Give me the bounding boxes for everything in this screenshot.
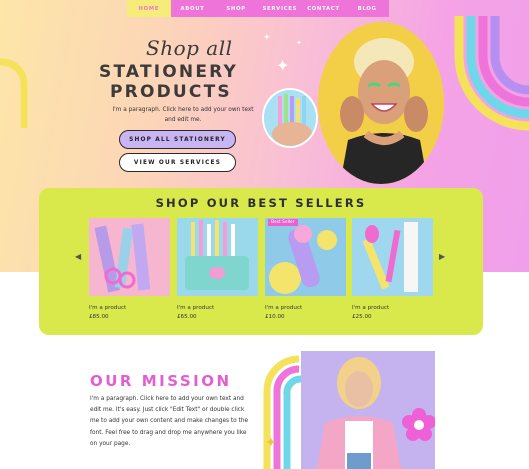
nav-contact[interactable]: CONTACT	[302, 0, 346, 17]
view-our-services-button[interactable]: VIEW OUR SERVICES	[119, 153, 236, 172]
product-image[interactable]	[89, 218, 170, 296]
nav-shop[interactable]: SHOP	[214, 0, 258, 17]
chevron-left-icon[interactable]: ◀	[75, 252, 81, 261]
hero-title-line2: PRODUCTS	[110, 82, 232, 102]
nav-services[interactable]: SERVICES	[258, 0, 302, 17]
main-nav: HOME ABOUT SHOP SERVICES CONTACT BLOG	[127, 0, 389, 17]
chevron-right-icon[interactable]: ▶	[439, 252, 445, 261]
product-image[interactable]	[177, 218, 258, 296]
mission-photo: ✦	[263, 351, 435, 469]
sparkle-icon: ✦	[276, 56, 290, 75]
page: HOME ABOUT SHOP SERVICES CONTACT BLOG Sh…	[0, 0, 529, 469]
product-name[interactable]: I'm a product	[352, 305, 433, 311]
mission-paragraph: I'm a paragraph. Click here to add your …	[90, 396, 249, 447]
product-price: £25.00	[352, 314, 372, 320]
nav-blog[interactable]: BLOG	[345, 0, 389, 17]
hero-photo-pencils	[262, 88, 318, 148]
best-sellers-title: SHOP OUR BEST SELLERS	[155, 196, 367, 210]
hero-paragraph: I'm a paragraph. Click here to add your …	[112, 107, 254, 123]
sparkle-icon: ✦	[263, 33, 271, 43]
product-card[interactable]: I'm a product £25.00	[352, 218, 433, 320]
product-card[interactable]: I'm a product £65.00	[177, 218, 258, 320]
best-sellers-section: SHOP OUR BEST SELLERS ◀ ▶ I'm a product …	[39, 188, 483, 335]
product-image[interactable]: Best Seller	[265, 218, 346, 296]
mission-title: OUR MISSION	[90, 372, 232, 390]
product-name[interactable]: I'm a product	[89, 305, 170, 311]
best-seller-badge: Best Seller	[268, 219, 298, 226]
shop-all-stationery-button[interactable]: SHOP ALL STATIONERY	[119, 130, 236, 149]
hero-photo-woman	[318, 22, 444, 184]
hero-title-line1: STATIONERY	[99, 62, 239, 82]
product-image[interactable]	[352, 218, 433, 296]
nav-home[interactable]: HOME	[127, 0, 171, 17]
product-price: £10.00	[265, 314, 285, 320]
product-price: £85.00	[89, 314, 109, 320]
svg-text:✦: ✦	[265, 435, 277, 451]
product-price: £65.00	[177, 314, 197, 320]
product-name[interactable]: I'm a product	[177, 305, 258, 311]
product-name[interactable]: I'm a product	[265, 305, 346, 311]
product-card[interactable]: I'm a product £85.00	[89, 218, 170, 320]
sparkle-icon: ✦	[296, 39, 302, 47]
nav-about[interactable]: ABOUT	[171, 0, 215, 17]
rainbow-decoration-right	[454, 16, 529, 131]
hero-script-title: Shop all	[146, 36, 233, 60]
rainbow-decoration-left	[0, 58, 28, 128]
product-card[interactable]: Best Seller I'm a product £10.00	[265, 218, 346, 320]
